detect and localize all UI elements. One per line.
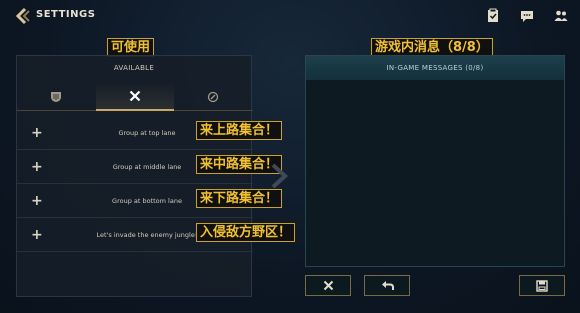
in-game-messages-panel: IN-GAME MESSAGES (0/8) [305, 55, 565, 267]
undo-icon [381, 281, 394, 290]
page-title: SETTINGS [36, 9, 96, 20]
add-icon[interactable]: + [31, 126, 43, 140]
add-icon[interactable]: + [31, 160, 43, 174]
save-icon [536, 279, 548, 292]
item-annotation: 入侵敌方野区！ [196, 223, 296, 242]
top-bar: SETTINGS [0, 0, 580, 32]
available-heading: AVAILABLE [113, 64, 155, 72]
close-icon [323, 280, 333, 291]
shield-icon [51, 92, 61, 102]
save-button[interactable] [519, 275, 565, 296]
ward-icon [207, 91, 219, 103]
add-icon[interactable]: + [31, 228, 43, 242]
tab-shield[interactable] [17, 83, 95, 111]
tab-swords[interactable] [96, 83, 174, 111]
tab-ward[interactable] [174, 83, 252, 111]
transfer-arrow-icon [271, 163, 288, 189]
back-arrow-icon[interactable] [13, 7, 31, 25]
clipboard-icon[interactable] [485, 8, 501, 24]
chat-icon[interactable] [519, 8, 535, 24]
crossed-swords-icon [129, 90, 141, 102]
messages-heading: IN-GAME MESSAGES (0/8) [306, 56, 564, 80]
undo-button[interactable] [364, 275, 410, 296]
add-icon[interactable]: + [31, 194, 43, 208]
category-tabs [17, 83, 253, 111]
item-annotation: 来下路集合！ [196, 189, 283, 208]
delete-button[interactable] [305, 275, 351, 296]
friends-icon[interactable] [553, 8, 569, 24]
item-annotation: 来上路集合！ [196, 121, 283, 140]
available-panel: AVAILABLE + Group at top lane + Group at… [16, 55, 253, 297]
